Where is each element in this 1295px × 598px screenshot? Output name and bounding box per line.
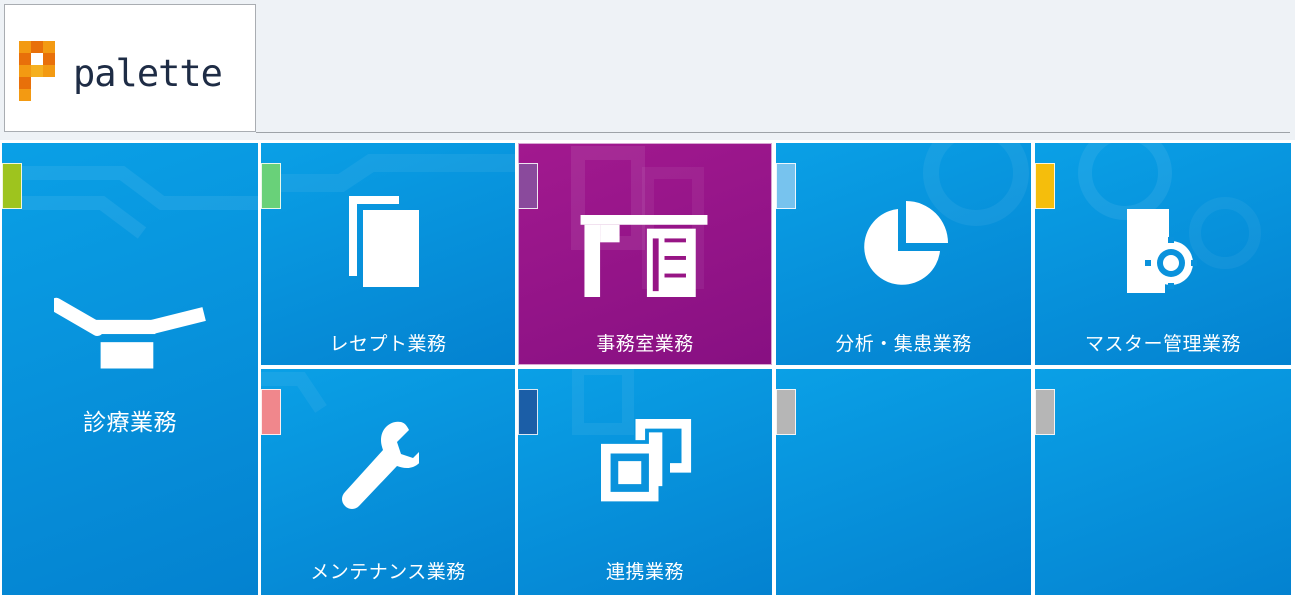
tile-color-tag	[1035, 389, 1055, 435]
linked-windows-icon	[601, 419, 692, 502]
tile-renkei[interactable]: 連携業務	[518, 369, 772, 595]
tile-master[interactable]: マスター管理業務	[1035, 143, 1291, 365]
tile-receipt[interactable]: レセプト業務	[261, 143, 515, 365]
tile-bunseki[interactable]: 分析・集患業務	[776, 143, 1031, 365]
tile-label: マスター管理業務	[1084, 333, 1241, 355]
tile-label: 連携業務	[605, 561, 684, 583]
documents-icon	[349, 196, 419, 287]
tile-color-tag	[261, 389, 281, 435]
tile-color-tag	[261, 163, 281, 209]
tile-jimushitsu[interactable]: 事務室業務	[518, 143, 772, 365]
app-header: palette	[0, 0, 1295, 137]
tile-color-tag	[1035, 163, 1055, 209]
tile-maintenance[interactable]: メンテナンス業務	[261, 369, 515, 595]
tile-label: 診療業務	[83, 410, 177, 436]
tile-color-tag	[776, 389, 796, 435]
header-divider	[256, 132, 1290, 133]
dental-chair-icon	[54, 297, 206, 369]
palette-logo[interactable]: palette	[4, 4, 256, 132]
tile-label: 分析・集患業務	[835, 333, 972, 355]
tile-color-tag	[518, 163, 538, 209]
palette-logo-mark-icon	[19, 41, 55, 101]
wrench-icon	[342, 421, 419, 509]
office-desk-icon	[580, 215, 708, 297]
tile-empty-1[interactable]	[776, 369, 1031, 595]
tile-empty-2[interactable]	[1035, 369, 1291, 595]
tile-shinryo[interactable]: 診療業務	[2, 143, 258, 595]
document-gear-icon	[1127, 209, 1197, 293]
tile-label: レセプト業務	[329, 333, 447, 355]
tile-color-tag	[518, 389, 538, 435]
pie-chart-icon	[864, 201, 948, 285]
tile-color-tag	[776, 163, 796, 209]
palette-logo-text: palette	[73, 52, 223, 95]
menu-tile-grid: 診療業務 レセプト業務 事務室業務 分析・集患業務 マスター管理業務 メンテナン…	[0, 140, 1295, 598]
tile-label: メンテナンス業務	[310, 561, 466, 583]
tile-label: 事務室業務	[596, 333, 694, 355]
tile-color-tag	[2, 163, 22, 209]
